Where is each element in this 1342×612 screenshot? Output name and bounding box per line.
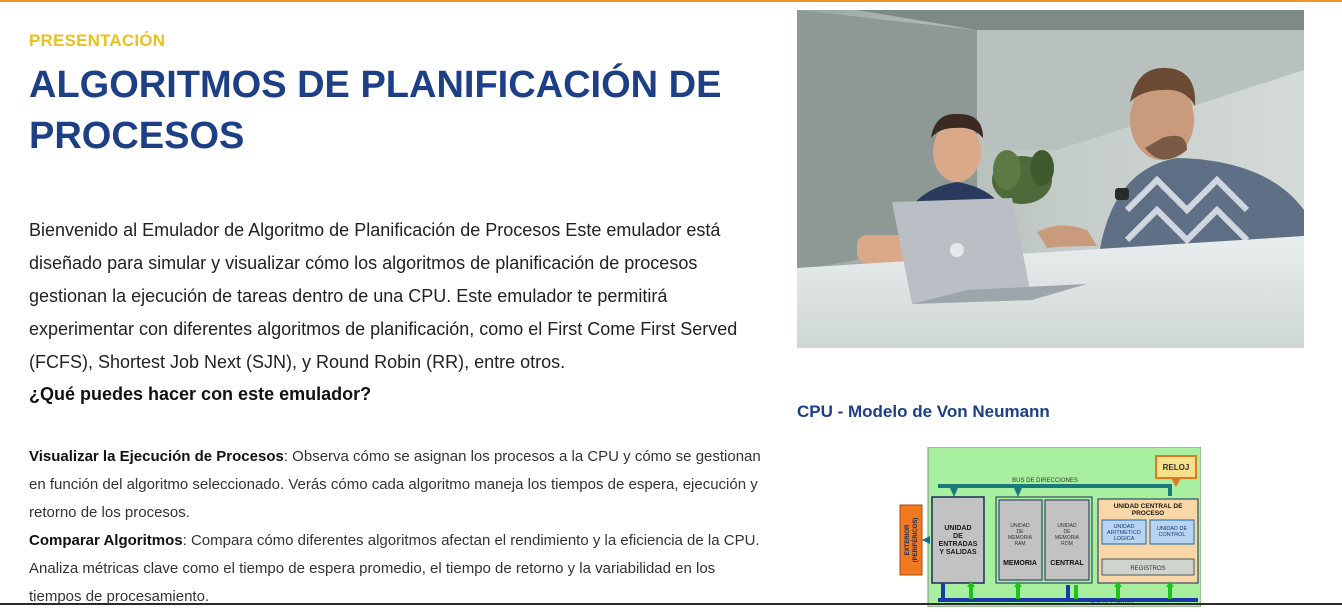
rom-line4: ROM — [1061, 541, 1073, 547]
reloj-label: RELOJ — [1163, 463, 1190, 472]
central-label: CENTRAL — [1050, 560, 1084, 567]
ram-line4: RAM — [1014, 541, 1025, 547]
uc-line2: CONTROL — [1159, 532, 1186, 538]
ucp-line2: PROCESO — [1132, 510, 1165, 517]
section-eyebrow: PRESENTACIÓN — [29, 31, 166, 50]
hero-photo — [797, 10, 1304, 348]
cpu-section-title: CPU - Modelo de Von Neumann — [797, 402, 1050, 421]
ucp-line1: UNIDAD CENTRAL DE — [1114, 503, 1184, 510]
feature-title-visualizar: Visualizar la Ejecución de Procesos — [29, 448, 284, 465]
intro-paragraph: Bienvenido al Emulador de Algoritmo de P… — [29, 220, 738, 372]
bus-direcciones-label: BUS DE DIRECCIONES — [1012, 478, 1078, 484]
memoria-label: MEMORIA — [1003, 560, 1037, 567]
top-accent-bar — [0, 0, 1342, 2]
features-question: ¿Qué puedes hacer con este emulador? — [29, 384, 372, 404]
exterior-label: EXTERIOR — [905, 524, 911, 555]
registros-label: REGISTROS — [1130, 566, 1165, 572]
unidad-es-line1: UNIDAD — [944, 525, 971, 532]
unidad-es-line4: Y SALIDAS — [939, 549, 977, 556]
perifericos-label: (PERIFÉRICOS) — [911, 518, 919, 563]
features-list: Visualizar la Ejecución de Procesos: Obs… — [29, 443, 769, 611]
alu-line3: LOGICA — [1114, 536, 1135, 542]
unidad-es-line3: ENTRADAS — [939, 541, 978, 548]
von-neumann-diagram: BUS DE DIRECCIONES RELOJ EXTERIOR (PERIF… — [898, 446, 1202, 608]
feature-title-comparar: Comparar Algoritmos — [29, 532, 183, 549]
unidad-es-line2: DE — [953, 533, 963, 540]
page-title: ALGORITMOS DE PLANIFICACIÓN DE PROCESOS — [29, 64, 722, 157]
